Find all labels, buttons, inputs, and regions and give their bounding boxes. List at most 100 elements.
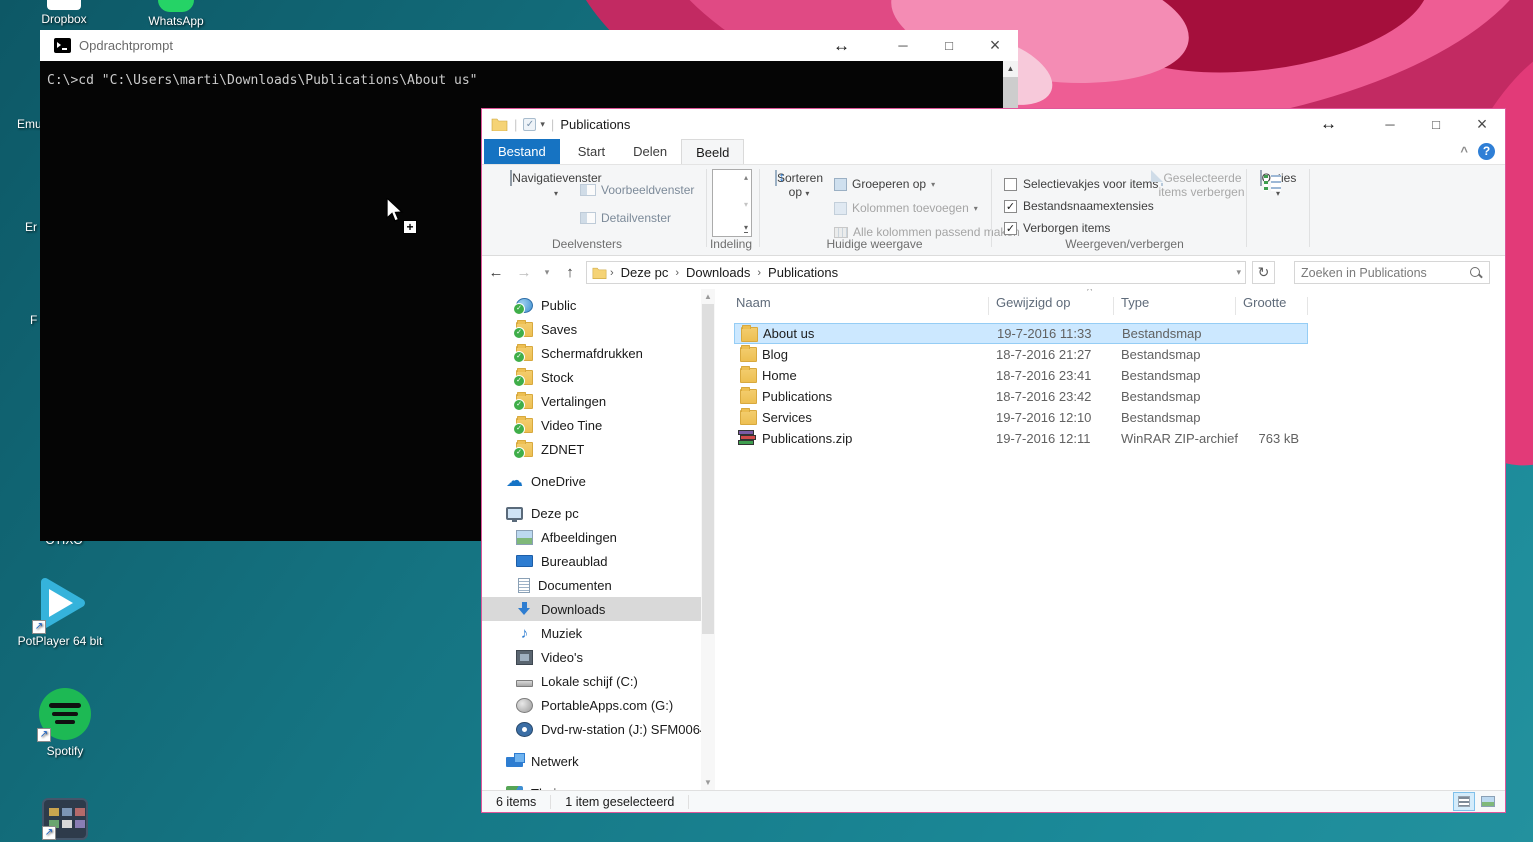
column-header-type[interactable]: Type <box>1121 295 1149 317</box>
options-button[interactable]: Opties ▾ <box>1250 171 1306 199</box>
cmd-maximize-button[interactable]: □ <box>926 30 972 61</box>
sidebar-item-public[interactable]: Public <box>482 293 701 317</box>
sidebar-item-netwerk[interactable]: Netwerk <box>482 749 701 773</box>
help-icon[interactable]: ? <box>1478 143 1495 160</box>
navigation-scrollbar-thumb[interactable] <box>702 304 714 634</box>
column-separator[interactable] <box>1113 297 1114 315</box>
copy-plus-icon: + <box>403 220 417 234</box>
refresh-button[interactable]: ↻ <box>1252 261 1275 284</box>
search-icon[interactable] <box>1468 265 1483 281</box>
sidebar-item-video-tine[interactable]: Video Tine <box>482 413 701 437</box>
folder-icon <box>740 368 757 383</box>
address-dropdown-chevron-icon[interactable]: ▾ <box>1236 267 1241 278</box>
checkbox-checked-icon[interactable]: ✓ <box>1004 222 1017 235</box>
column-header-grootte[interactable]: Grootte <box>1243 295 1286 317</box>
sidebar-item-muziek[interactable]: ♪ Muziek <box>482 621 701 645</box>
group-by-button[interactable]: Groeperen op ▾ <box>834 177 935 191</box>
explorer-minimize-button[interactable]: ─ <box>1367 109 1413 140</box>
back-button[interactable]: ← <box>482 264 510 281</box>
add-columns-button[interactable]: Kolommen toevoegen ▾ <box>834 201 978 215</box>
file-name: Blog <box>762 347 788 362</box>
sort-by-label2: op <box>789 185 802 199</box>
sidebar-item-documenten[interactable]: Documenten <box>482 573 701 597</box>
details-pane-button[interactable]: Detailvenster <box>580 211 671 225</box>
tab-bestand[interactable]: Bestand <box>484 139 560 164</box>
forward-button[interactable]: → <box>510 264 538 281</box>
file-row-services[interactable]: Services 19-7-2016 12:10 Bestandsmap <box>734 407 1308 428</box>
details-view-button[interactable] <box>1453 792 1475 811</box>
scroll-up-icon[interactable]: ▲ <box>1003 61 1018 77</box>
search-box[interactable] <box>1294 261 1490 284</box>
sidebar-item-portableapps[interactable]: PortableApps.com (G:) <box>482 693 701 717</box>
thumbnails-view-button[interactable] <box>1477 792 1499 811</box>
checkbox-unchecked-icon[interactable] <box>1004 178 1017 191</box>
scroll-up-icon[interactable]: ▴ <box>744 173 748 182</box>
checkbox-checked-icon[interactable]: ✓ <box>1004 200 1017 213</box>
checkbox-file-extensions[interactable]: ✓ Bestandsnaamextensies <box>1004 199 1154 213</box>
explorer-close-button[interactable]: × <box>1459 109 1505 140</box>
file-row-publications-zip[interactable]: Publications.zip 19-7-2016 12:11 WinRAR … <box>734 428 1308 449</box>
column-header-gewijzigd-op[interactable]: Gewijzigd op <box>996 295 1070 317</box>
sidebar-item-videos[interactable]: Video's <box>482 645 701 669</box>
sidebar-item-afbeeldingen[interactable]: Afbeeldingen <box>482 525 701 549</box>
desktop-icon-spotify[interactable]: ↗ Spotify <box>15 688 115 758</box>
hide-selected-items-button[interactable]: Geselecteerde items verbergen <box>1154 171 1249 199</box>
explorer-titlebar[interactable]: | ✓ ▾ | Publications ↔ ─ □ × <box>482 109 1505 139</box>
breadcrumb-deze-pc[interactable]: Deze pc <box>617 265 673 280</box>
column-separator[interactable] <box>1307 297 1308 315</box>
cmd-minimize-button[interactable]: ─ <box>880 30 926 61</box>
breadcrumb-downloads[interactable]: Downloads <box>682 265 754 280</box>
scroll-down-icon[interactable]: ▾ <box>744 200 748 209</box>
file-row-publications[interactable]: Publications 18-7-2016 23:42 Bestandsmap <box>734 386 1308 407</box>
checkbox-label: Bestandsnaamextensies <box>1023 199 1154 213</box>
tab-beeld[interactable]: Beeld <box>681 139 744 164</box>
sidebar-item-onedrive[interactable]: ☁ OneDrive <box>482 469 701 493</box>
desktop-icon-movie-app[interactable]: ↗ <box>15 798 115 840</box>
qat-properties-icon[interactable]: ✓ <box>523 118 536 131</box>
file-name: About us <box>763 326 814 341</box>
cmd-close-button[interactable]: × <box>972 30 1018 61</box>
breadcrumb[interactable]: › Deze pc › Downloads › Publications ▾ <box>586 261 1246 284</box>
column-separator[interactable] <box>988 297 989 315</box>
desktop-icon-whatsapp[interactable]: WhatsApp <box>126 0 226 28</box>
scroll-up-icon[interactable]: ▲ <box>701 289 715 304</box>
column-separator[interactable] <box>1235 297 1236 315</box>
cmd-titlebar[interactable]: Opdrachtprompt ↔ ─ □ × <box>40 30 1018 61</box>
file-row-about-us[interactable]: About us 19-7-2016 11:33 Bestandsmap <box>734 323 1308 344</box>
breadcrumb-publications[interactable]: Publications <box>764 265 842 280</box>
scroll-down-icon[interactable]: ▼ <box>701 775 715 790</box>
sidebar-item-thuisgroep[interactable]: Thuisgroep <box>482 781 701 790</box>
sidebar-item-saves[interactable]: Saves <box>482 317 701 341</box>
file-row-blog[interactable]: Blog 18-7-2016 21:27 Bestandsmap <box>734 344 1308 365</box>
checkbox-hidden-items[interactable]: ✓ Verborgen items <box>1004 221 1110 235</box>
sidebar-item-zdnet[interactable]: ZDNET <box>482 437 701 461</box>
sidebar-item-lokale-schijf[interactable]: Lokale schijf (C:) <box>482 669 701 693</box>
file-row-home[interactable]: Home 18-7-2016 23:41 Bestandsmap <box>734 365 1308 386</box>
column-header-naam[interactable]: Naam <box>736 295 771 317</box>
explorer-maximize-button[interactable]: □ <box>1413 109 1459 140</box>
collapse-ribbon-icon[interactable]: ^ <box>1460 144 1468 159</box>
more-layouts-icon[interactable]: ▾ <box>744 223 748 233</box>
sidebar-item-dvd-station[interactable]: Dvd-rw-station (J:) SFM0064 <box>482 717 701 741</box>
tab-delen[interactable]: Delen <box>619 139 681 164</box>
sidebar-item-schermafdrukken[interactable]: Schermafdrukken <box>482 341 701 365</box>
desktop-icon-potplayer[interactable]: ↗ PotPlayer 64 bit <box>10 575 110 648</box>
checkbox-item-checkboxes[interactable]: Selectievakjes voor items <box>1004 177 1158 191</box>
globe-gray-icon <box>516 698 533 713</box>
tab-start[interactable]: Start <box>564 139 619 164</box>
sidebar-item-bureaublad[interactable]: Bureaublad <box>482 549 701 573</box>
qat-customize-chevron-icon[interactable]: ▾ <box>540 119 545 130</box>
up-button[interactable]: ↑ <box>556 264 584 281</box>
sidebar-item-vertalingen[interactable]: Vertalingen <box>482 389 701 413</box>
search-input[interactable] <box>1295 266 1468 280</box>
sidebar-item-deze-pc[interactable]: Deze pc <box>482 501 701 525</box>
desktop-icon-dropbox[interactable]: Dropbox <box>14 0 114 26</box>
preview-pane-button[interactable]: Voorbeeldvenster <box>580 183 694 197</box>
sidebar-item-stock[interactable]: Stock <box>482 365 701 389</box>
group-label-indeling: Indeling <box>700 237 762 251</box>
sort-by-button[interactable]: ↕ Sorteren op ▾ <box>770 171 828 199</box>
recent-locations-chevron-icon[interactable]: ▾ <box>538 267 556 278</box>
navigation-scrollbar[interactable]: ▲ ▼ <box>701 289 715 790</box>
sidebar-item-downloads[interactable]: Downloads <box>482 597 701 621</box>
layout-listbox[interactable]: ▴ ▾ ▾ <box>712 169 752 237</box>
